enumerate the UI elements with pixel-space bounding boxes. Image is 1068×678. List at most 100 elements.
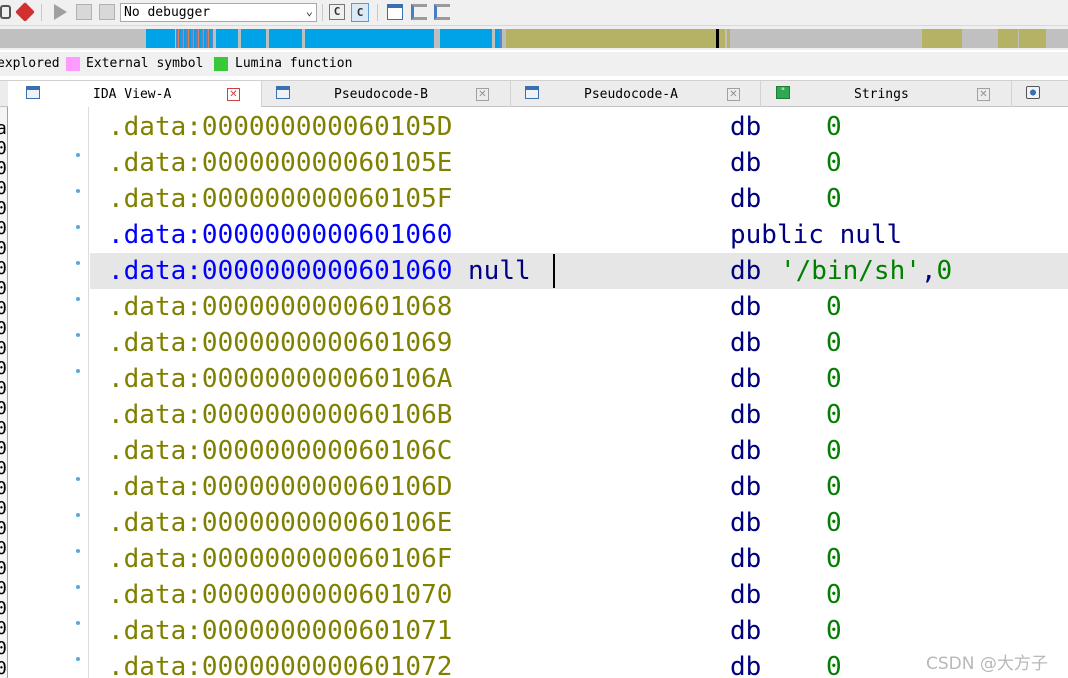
operand: 0 xyxy=(826,364,842,394)
navigation-segment xyxy=(506,29,716,48)
step-into-icon[interactable] xyxy=(411,4,427,20)
disassembly-view-icon xyxy=(26,86,40,99)
string-terminator: , xyxy=(920,256,937,286)
listing-row[interactable]: .data:000000000060106E db 0 xyxy=(8,505,1068,541)
address-text: .data:0000000000601069 xyxy=(108,328,453,358)
listing-row[interactable]: .data:000000000060106B db 0 xyxy=(8,397,1068,433)
listing-row[interactable]: .data:0000000000601071 db 0 xyxy=(8,613,1068,649)
mnemonic: db xyxy=(730,652,762,678)
tab-label: IDA View-A xyxy=(93,87,172,102)
navigation-segment xyxy=(922,29,962,48)
address: .data:000000000060106B xyxy=(108,397,452,433)
listing-row[interactable]: .data:0000000000601068 db 0 xyxy=(8,289,1068,325)
tab-pseudocode-b[interactable]: Pseudocode-B ✕ xyxy=(262,81,511,107)
overview-char: 0 xyxy=(0,659,7,678)
overview-char: a xyxy=(0,119,7,139)
pseudocode-c-active-icon[interactable]: C xyxy=(351,3,369,22)
stop-sign-icon[interactable] xyxy=(15,2,35,22)
overview-char: 0 xyxy=(0,239,7,259)
navigation-segment xyxy=(303,29,304,48)
navigation-segment xyxy=(269,29,302,48)
overview-char: 0 xyxy=(0,359,7,379)
left-overview-strip: a000000000000000000000000000 xyxy=(0,107,8,678)
navigation-strip[interactable] xyxy=(0,29,1068,48)
address: .data:0000000000601060 xyxy=(108,217,452,253)
legend-lumina-function-label: Lumina function xyxy=(235,56,353,71)
listing-row[interactable]: .data:000000000060106C db 0 xyxy=(8,433,1068,469)
operand: 0 xyxy=(826,328,842,358)
close-icon[interactable]: ✕ xyxy=(727,88,740,101)
disassembly-listing[interactable]: .data:000000000060105D db 0 .data:000000000… xyxy=(8,107,1068,678)
tab-pseudocode-a[interactable]: Pseudocode-A ✕ xyxy=(511,81,761,107)
play-icon[interactable] xyxy=(54,4,67,20)
xref-dot-icon xyxy=(76,477,80,481)
listing-row[interactable]: .data:000000000060106D db 0 xyxy=(8,469,1068,505)
xref-dot-icon xyxy=(76,621,80,625)
mnemonic: db xyxy=(730,292,762,322)
address: .data:000000000060105F xyxy=(108,181,452,217)
address-text: .data:0000000000601060 xyxy=(108,220,453,250)
listing-row[interactable]: .data:0000000000601072 db 0 xyxy=(8,649,1068,678)
overview-char: 0 xyxy=(0,519,7,539)
xref-dot-icon xyxy=(76,297,80,301)
address: .data:000000000060106D xyxy=(108,469,452,505)
tab-ida-view-a[interactable]: IDA View-A ✕ xyxy=(8,81,262,107)
mnemonic: db xyxy=(730,112,762,142)
address: .data:000000000060105D xyxy=(108,109,452,145)
listing-row[interactable]: .data:000000000060106A db 0 xyxy=(8,361,1068,397)
listing-row[interactable]: .data:000000000060105E db 0 xyxy=(8,145,1068,181)
address: .data:000000000060106F xyxy=(108,541,452,577)
debug-attach-icon[interactable] xyxy=(0,5,11,19)
overview-char: 0 xyxy=(0,419,7,439)
mnemonic: db xyxy=(730,436,762,466)
mnemonic: db xyxy=(730,508,762,538)
debugger-select[interactable]: No debugger ⌄ xyxy=(120,3,317,22)
overview-char: 0 xyxy=(0,499,7,519)
overview-char: 0 xyxy=(0,439,7,459)
legend-external-symbol-swatch xyxy=(66,57,80,71)
navigation-segment xyxy=(216,29,238,48)
navigation-segment xyxy=(719,29,725,48)
listing-row[interactable]: .data:0000000000601069 db 0 xyxy=(8,325,1068,361)
operand: 0 xyxy=(826,616,842,646)
navigation-segment xyxy=(493,29,494,48)
close-icon[interactable]: ✕ xyxy=(977,88,990,101)
watermark: CSDN @大方子 xyxy=(926,654,1048,674)
address-text: .data:000000000060105D xyxy=(108,112,453,142)
listing-row-selected[interactable]: .data:0000000000601060 null db '/bin/sh',0 xyxy=(76,253,1068,289)
xref-dot-icon xyxy=(76,333,80,337)
address: .data:0000000000601068 xyxy=(108,289,452,325)
close-icon[interactable]: ✕ xyxy=(227,88,240,101)
mnemonic: db xyxy=(730,256,762,286)
operand: 0 xyxy=(826,112,842,142)
step-over-icon[interactable] xyxy=(434,4,450,20)
overview-char: 0 xyxy=(0,219,7,239)
close-icon[interactable]: ✕ xyxy=(476,88,489,101)
overview-char: 0 xyxy=(0,559,7,579)
pause-icon[interactable] xyxy=(76,4,92,20)
navigation-band[interactable] xyxy=(0,26,1068,50)
address: .data:000000000060106A xyxy=(108,361,452,397)
listing-row[interactable]: .data:0000000000601060 public null xyxy=(8,217,1068,253)
address: .data:000000000060106E xyxy=(108,505,452,541)
string-literal: '/bin/sh' xyxy=(780,256,921,286)
address-text: .data:0000000000601072 xyxy=(108,652,453,678)
tab-label: Pseudocode-B xyxy=(334,87,428,102)
pseudocode-c-icon[interactable]: C xyxy=(329,4,345,20)
overview-char: 0 xyxy=(0,319,7,339)
tab-strings[interactable]: " Strings ✕ xyxy=(761,81,1012,107)
navigation-segment xyxy=(440,29,492,48)
listing-row[interactable]: .data:0000000000601070 db 0 xyxy=(8,577,1068,613)
legend: explored External symbol Lumina function xyxy=(0,52,1068,76)
address: .data:0000000000601069 xyxy=(108,325,452,361)
listing-row[interactable]: .data:000000000060105D db 0 xyxy=(8,109,1068,145)
stop-icon[interactable] xyxy=(99,4,115,20)
symbol-label[interactable]: null xyxy=(452,256,531,286)
tab-hex-view[interactable] xyxy=(1012,81,1068,107)
overview-char: 0 xyxy=(0,399,7,419)
mnemonic: db xyxy=(730,148,762,178)
pseudocode-view-icon xyxy=(525,86,539,99)
listing-row[interactable]: .data:000000000060106F db 0 xyxy=(8,541,1068,577)
breakpoint-list-icon[interactable] xyxy=(387,4,403,20)
listing-row[interactable]: .data:000000000060105F db 0 xyxy=(8,181,1068,217)
